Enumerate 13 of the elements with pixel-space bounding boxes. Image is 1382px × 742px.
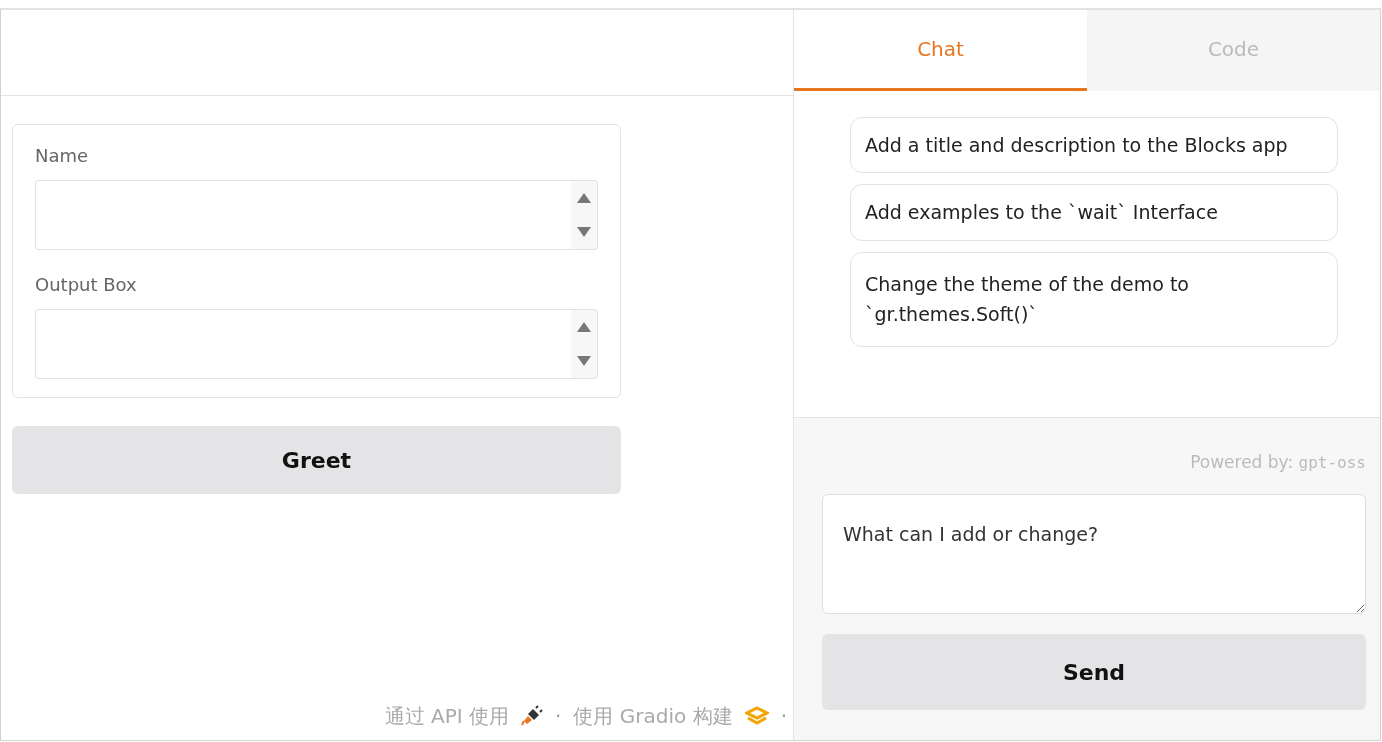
- greet-button[interactable]: Greet: [12, 426, 621, 494]
- separator-dot: ·: [780, 704, 787, 728]
- powered-by-text: Powered by: gpt-oss: [1189, 452, 1366, 472]
- message-input[interactable]: What can I add or change?: [822, 494, 1366, 614]
- suggestion-button[interactable]: Add a title and description to the Blocks app: [850, 117, 1338, 174]
- plug-icon: [521, 705, 544, 727]
- layers-icon: [744, 706, 769, 726]
- suggestion-button[interactable]: Change the theme of the demo to `gr.themes.Soft()`: [850, 251, 1338, 347]
- field-label: Output Box: [35, 274, 138, 295]
- send-button[interactable]: Send: [822, 634, 1366, 710]
- suggestion-button[interactable]: Add examples to the `wait` Interface: [850, 184, 1338, 241]
- separator-dot: ·: [555, 704, 562, 728]
- field-label: Name: [35, 145, 90, 166]
